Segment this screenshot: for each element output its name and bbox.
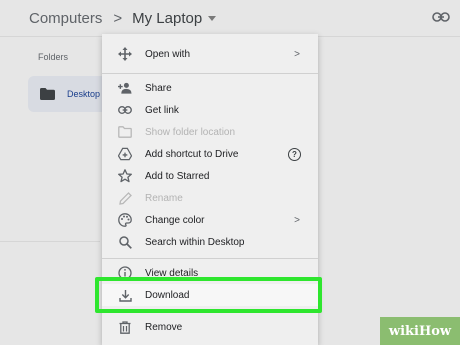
menu-item-get-link[interactable]: Get link [102, 99, 318, 121]
chevron-right-icon: > [294, 214, 300, 226]
menu-item-label: Add shortcut to Drive [145, 148, 239, 160]
menu-divider [102, 258, 318, 259]
menu-item-label: Rename [145, 192, 183, 204]
menu-item-add-to-starred[interactable]: Add to Starred [102, 165, 318, 187]
menu-divider [102, 73, 318, 74]
menu-item-label: Share [145, 82, 172, 94]
menu-item-remove[interactable]: Remove [102, 316, 318, 338]
menu-item-search-within[interactable]: Search within Desktop [102, 231, 318, 253]
folder-desktop-label: Desktop [67, 89, 101, 99]
wikihow-watermark: wikiHow [380, 317, 460, 345]
menu-item-show-folder-location[interactable]: Show folder location [102, 121, 318, 143]
menu-item-label: Open with [145, 48, 191, 60]
link-icon[interactable] [432, 10, 450, 24]
palette-icon [118, 213, 132, 227]
drive-shortcut-icon [118, 147, 132, 161]
help-icon[interactable]: ? [288, 147, 301, 161]
menu-item-add-shortcut[interactable]: Add shortcut to Drive ? [102, 143, 318, 165]
person-add-icon [118, 81, 132, 95]
menu-item-open-with[interactable]: Open with > [102, 43, 318, 65]
menu-item-label: Show folder location [145, 126, 236, 138]
download-highlight-box [95, 277, 322, 313]
menu-item-label: Remove [145, 321, 183, 333]
breadcrumb: Computers > My Laptop [0, 0, 460, 36]
menu-item-rename[interactable]: Rename [102, 187, 318, 209]
pencil-icon [118, 191, 132, 205]
star-icon [118, 169, 132, 183]
trash-icon [118, 320, 132, 334]
watermark-text: wikiHow [388, 323, 452, 339]
menu-item-share[interactable]: Share [102, 77, 318, 99]
menu-item-label: Search within Desktop [145, 236, 245, 248]
breadcrumb-current-label: My Laptop [132, 9, 203, 27]
menu-item-label: Add to Starred [145, 170, 210, 182]
chevron-right-icon: > [294, 48, 300, 60]
folder-icon [40, 88, 55, 100]
breadcrumb-computers[interactable]: Computers [29, 10, 102, 27]
folders-section-label: Folders [38, 52, 69, 62]
move-arrows-icon [118, 47, 132, 61]
pane-divider [0, 241, 100, 242]
link-icon [118, 103, 132, 117]
breadcrumb-current[interactable]: My Laptop [132, 9, 217, 27]
folder-outline-icon [118, 125, 132, 139]
folder-desktop[interactable]: Desktop [28, 76, 108, 112]
menu-item-change-color[interactable]: Change color > [102, 209, 318, 231]
caret-down-icon [208, 15, 217, 21]
menu-item-label: Get link [145, 104, 179, 116]
breadcrumb-separator: > [113, 9, 123, 27]
menu-item-label: Change color [145, 214, 205, 226]
search-icon [118, 235, 132, 249]
